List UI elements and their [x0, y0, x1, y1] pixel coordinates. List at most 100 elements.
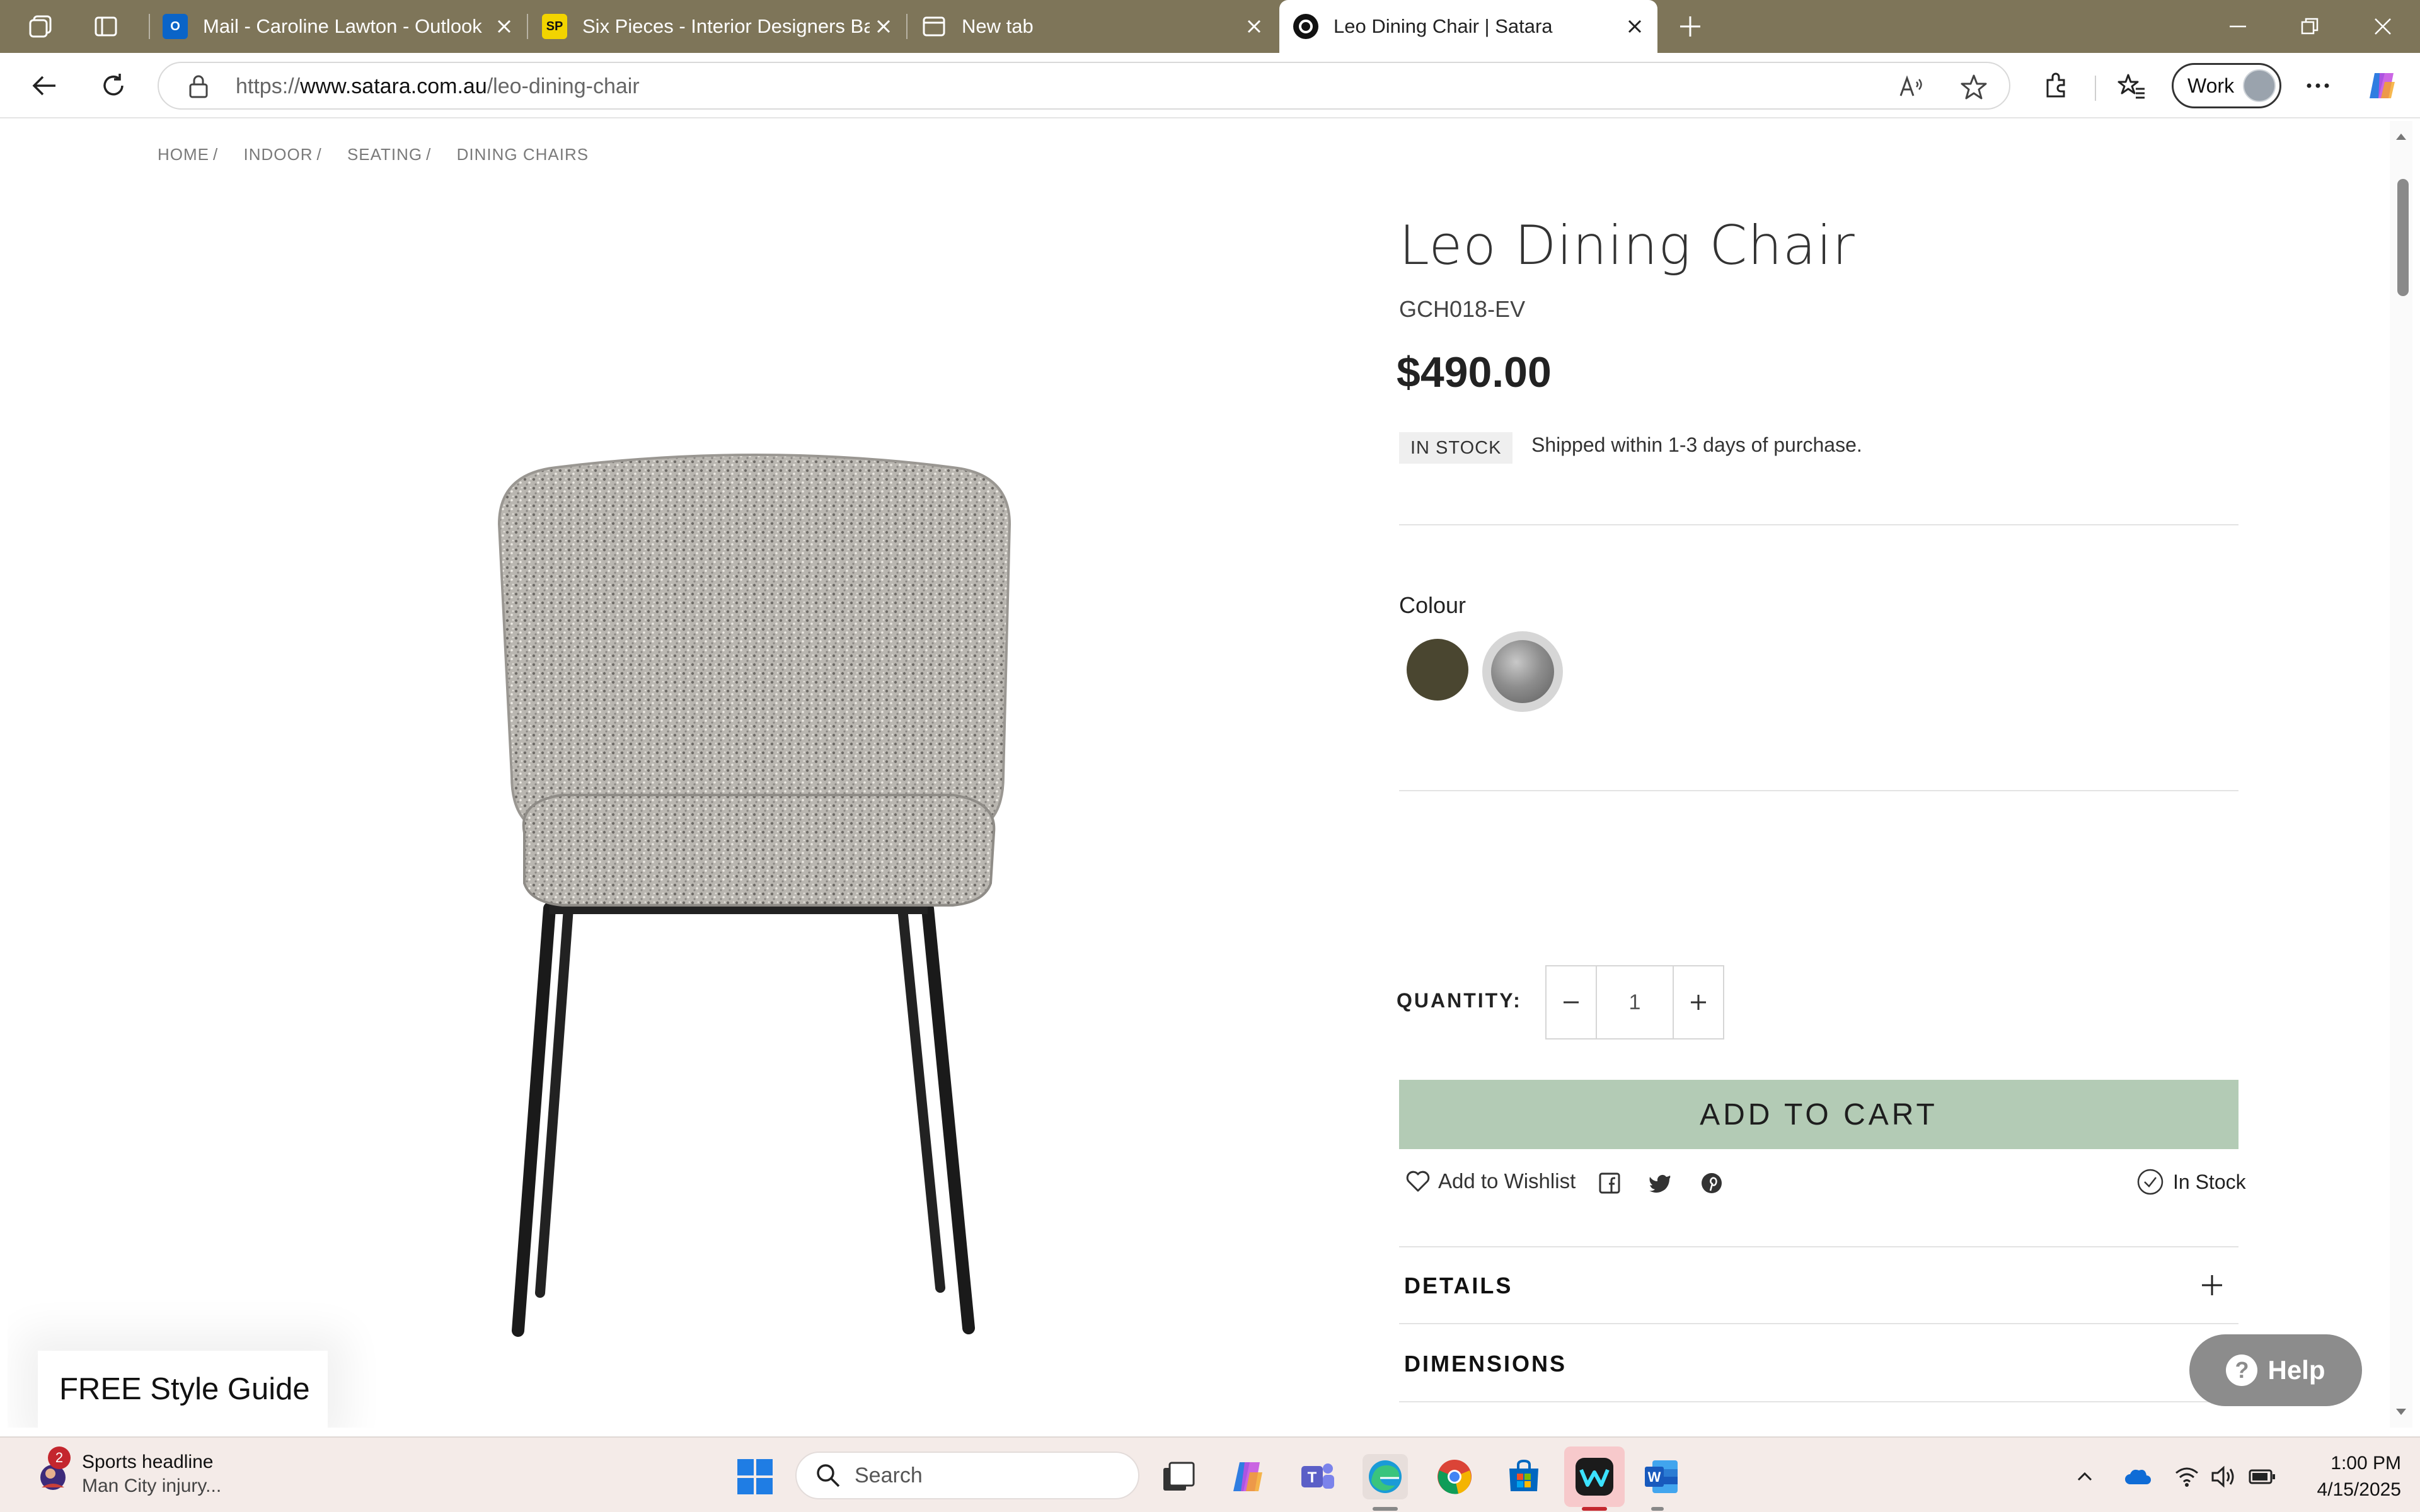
- accordion-dimensions[interactable]: DIMENSIONS: [1399, 1326, 2238, 1402]
- help-button[interactable]: ? Help: [2189, 1334, 2362, 1406]
- colour-swatch-olive[interactable]: [1407, 639, 1468, 701]
- product-title: Leo Dining Chair: [1399, 214, 1855, 277]
- close-icon[interactable]: [870, 13, 897, 40]
- tab-title: Six Pieces - Interior Designers Bay: [582, 15, 870, 37]
- heart-icon: [1406, 1171, 1430, 1192]
- colour-label: Colour: [1399, 592, 1466, 618]
- breadcrumb-indoor[interactable]: INDOOR: [243, 145, 313, 164]
- breadcrumb-seating[interactable]: SEATING: [347, 145, 422, 164]
- free-style-guide-button[interactable]: FREE Style Guide: [38, 1351, 328, 1428]
- avatar: [2243, 69, 2276, 102]
- browser-tab-strip: O Mail - Caroline Lawton - Outlook SP Si…: [0, 0, 2420, 53]
- satara-icon: [1293, 14, 1318, 39]
- lock-icon[interactable]: [188, 74, 209, 103]
- refresh-icon[interactable]: [95, 67, 132, 105]
- help-label: Help: [2267, 1355, 2325, 1385]
- word-icon[interactable]: W: [1639, 1454, 1684, 1499]
- product-page: HOME / INDOOR / SEATING / DINING CHAIRS Leo…: [8, 121, 2390, 1428]
- divider: [1399, 524, 2238, 525]
- availability-label: In Stock: [2173, 1170, 2246, 1193]
- favorite-star-icon[interactable]: [1959, 72, 1989, 102]
- facebook-icon[interactable]: [1596, 1169, 1623, 1197]
- profile-label: Work: [2187, 74, 2235, 97]
- close-icon[interactable]: [1240, 13, 1268, 40]
- new-tab-plus-icon[interactable]: [1673, 9, 1708, 44]
- scroll-down-icon: [2396, 1409, 2406, 1415]
- plus-icon: [1691, 995, 1706, 1010]
- colour-swatch-grey-selected[interactable]: [1482, 631, 1563, 712]
- product-image[interactable]: [461, 398, 1054, 1343]
- address-bar[interactable]: https://www.satara.com.au/leo-dining-cha…: [158, 62, 2010, 110]
- accordion-label: DIMENSIONS: [1404, 1351, 1567, 1377]
- tab-title: Leo Dining Chair | Satara: [1334, 15, 1553, 37]
- tab-new-tab[interactable]: New tab: [908, 0, 1277, 53]
- product-price: $490.00: [1397, 348, 1552, 396]
- increment-button[interactable]: [1674, 966, 1723, 1038]
- copilot-taskbar-icon[interactable]: [1225, 1454, 1270, 1499]
- tab-title: Mail - Caroline Lawton - Outlook: [203, 15, 482, 37]
- accordion-label: DETAILS: [1404, 1273, 1513, 1298]
- clock-date: 4/15/2025: [2317, 1479, 2401, 1500]
- tab-six-pieces[interactable]: SP Six Pieces - Interior Designers Bay: [528, 0, 906, 53]
- scroll-up-icon: [2396, 134, 2406, 140]
- restore-icon[interactable]: [2275, 0, 2344, 53]
- onedrive-icon[interactable]: [2124, 1463, 2152, 1491]
- check-circle-icon: [2137, 1169, 2164, 1195]
- clock-time: 1:00 PM: [2331, 1453, 2401, 1474]
- favorites-icon[interactable]: [2114, 68, 2149, 103]
- add-to-wishlist-link[interactable]: Add to Wishlist: [1405, 1169, 1576, 1193]
- windows-start-icon[interactable]: [732, 1454, 778, 1499]
- newtab-icon: [921, 14, 947, 39]
- webex-icon[interactable]: [1564, 1446, 1625, 1507]
- copilot-icon[interactable]: [2365, 68, 2400, 103]
- volume-icon[interactable]: [2210, 1463, 2237, 1491]
- sixpieces-icon: SP: [542, 14, 567, 39]
- store-icon[interactable]: [1501, 1454, 1547, 1499]
- minimize-icon[interactable]: [2203, 0, 2273, 53]
- chevron-up-icon[interactable]: [2071, 1463, 2099, 1491]
- plus-icon: [2202, 1275, 2222, 1295]
- extensions-icon[interactable]: [2038, 68, 2073, 103]
- taskbar-search[interactable]: Search: [795, 1452, 1139, 1499]
- url-text[interactable]: https://www.satara.com.au/leo-dining-cha…: [236, 74, 640, 99]
- close-icon[interactable]: [490, 13, 518, 40]
- quantity-input[interactable]: 1: [1596, 966, 1674, 1038]
- battery-icon[interactable]: [2249, 1463, 2276, 1491]
- breadcrumb-home[interactable]: HOME: [158, 145, 209, 164]
- teams-icon[interactable]: T: [1294, 1454, 1340, 1499]
- more-options-icon[interactable]: [2300, 68, 2336, 103]
- system-clock[interactable]: 1:00 PM 4/15/2025: [2294, 1450, 2401, 1503]
- chrome-icon[interactable]: [1432, 1454, 1477, 1499]
- divider: [1399, 790, 2238, 791]
- page-scrollbar[interactable]: [2390, 121, 2412, 1428]
- vertical-tabs-icon[interactable]: [88, 9, 124, 44]
- task-view-icon[interactable]: [1156, 1454, 1201, 1499]
- back-arrow-icon[interactable]: [25, 67, 63, 105]
- add-to-cart-button[interactable]: ADD TO CART: [1399, 1080, 2238, 1149]
- search-placeholder: Search: [855, 1463, 923, 1487]
- news-subtitle: Man City injury...: [82, 1475, 222, 1496]
- decrement-button[interactable]: [1547, 966, 1596, 1038]
- stock-badge: IN STOCK: [1399, 432, 1513, 464]
- minus-icon: [1564, 1001, 1579, 1004]
- scrollbar-thumb[interactable]: [2397, 179, 2409, 296]
- close-window-icon[interactable]: [2348, 0, 2417, 53]
- close-icon[interactable]: [1621, 13, 1649, 40]
- pinterest-icon[interactable]: [1698, 1169, 1726, 1197]
- workspaces-icon[interactable]: [23, 9, 58, 44]
- product-sku: GCH018-EV: [1399, 296, 1526, 322]
- tab-title: New tab: [962, 15, 1034, 37]
- wishlist-label: Add to Wishlist: [1438, 1169, 1576, 1193]
- svg-text:W: W: [1648, 1469, 1661, 1485]
- shipping-info: Shipped within 1-3 days of purchase.: [1531, 433, 1862, 456]
- tab-satara-active[interactable]: Leo Dining Chair | Satara: [1279, 0, 1657, 53]
- profile-work-button[interactable]: Work: [2172, 63, 2281, 108]
- breadcrumb-dining-chairs[interactable]: DINING CHAIRS: [457, 145, 589, 164]
- tab-outlook[interactable]: O Mail - Caroline Lawton - Outlook: [149, 0, 527, 53]
- wifi-icon[interactable]: [2173, 1463, 2201, 1491]
- twitter-icon[interactable]: [1646, 1169, 1674, 1197]
- availability-status: In Stock: [2136, 1168, 2246, 1196]
- read-aloud-icon[interactable]: [1896, 72, 1926, 102]
- accordion-details[interactable]: DETAILS: [1399, 1247, 2238, 1324]
- edge-icon[interactable]: [1363, 1454, 1408, 1499]
